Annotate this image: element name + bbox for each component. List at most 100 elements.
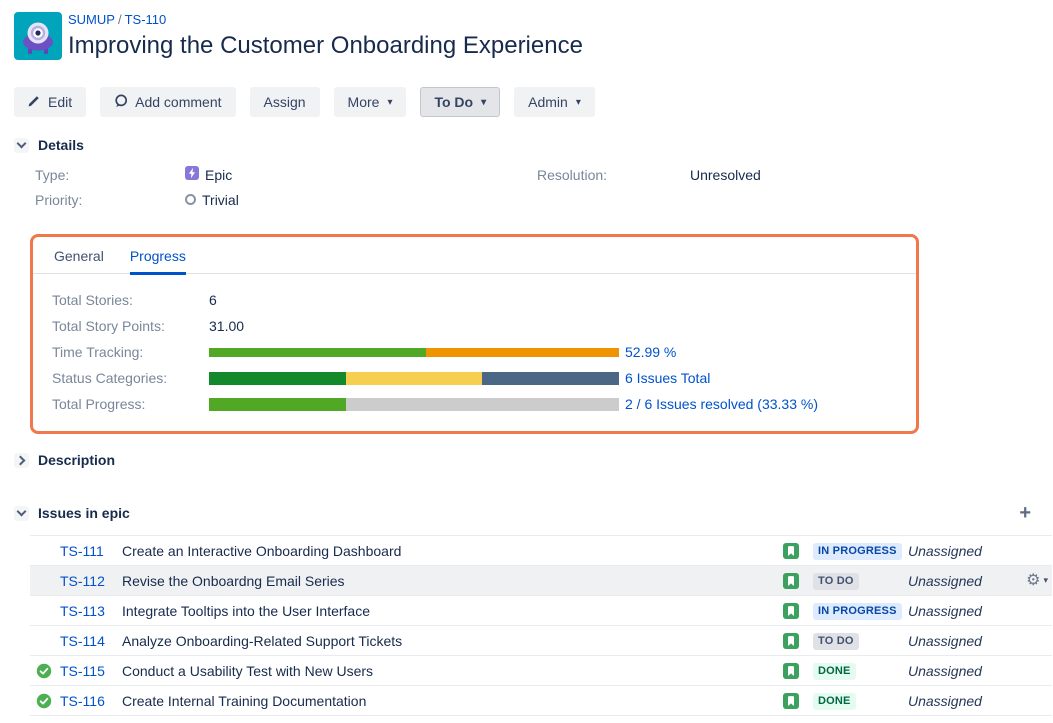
status-badge: DONE — [813, 663, 856, 680]
issue-summary: Conduct a Usability Test with New Users — [122, 663, 783, 679]
issue-key-link[interactable]: TS-115 — [60, 663, 105, 679]
issue-assignee: Unassigned — [908, 603, 1010, 619]
story-type-icon — [783, 603, 813, 619]
total-stories-row: Total Stories: 6 — [52, 287, 916, 313]
status-badge: DONE — [813, 693, 856, 710]
issues-in-epic-section-title: Issues in epic — [38, 505, 130, 521]
story-type-icon — [783, 543, 813, 559]
issue-summary: Integrate Tooltips into the User Interfa… — [122, 603, 783, 619]
pencil-icon — [28, 94, 41, 110]
add-comment-button-label: Add comment — [135, 94, 221, 110]
status-badge: TO DO — [813, 633, 859, 650]
story-type-icon — [783, 573, 813, 589]
issue-key-link[interactable]: TS-114 — [60, 633, 105, 649]
project-avatar-icon — [14, 12, 62, 60]
issue-assignee: Unassigned — [908, 573, 1010, 589]
comment-bubble-icon — [114, 94, 128, 111]
story-type-icon — [783, 663, 813, 679]
admin-menu-label: Admin — [528, 94, 568, 110]
issue-assignee: Unassigned — [908, 633, 1010, 649]
chevron-down-icon: ▾ — [481, 97, 486, 108]
tab-general[interactable]: General — [54, 248, 104, 273]
issue-summary: Create an Interactive Onboarding Dashboa… — [122, 543, 783, 559]
collapse-chevron-icon[interactable] — [14, 138, 29, 153]
issue-row[interactable]: TS-116 Create Internal Training Document… — [30, 686, 1052, 716]
issue-row[interactable]: TS-115 Conduct a Usability Test with New… — [30, 656, 1052, 686]
more-menu-label: More — [348, 94, 380, 110]
status-badge: TO DO — [813, 573, 859, 590]
issue-key-link[interactable]: TS-111 — [60, 543, 104, 559]
issue-row[interactable]: TS-114 Analyze Onboarding-Related Suppor… — [30, 626, 1052, 656]
status-categories-row: Status Categories: 6 Issues Total — [52, 365, 916, 391]
status-categories-bar — [209, 372, 619, 385]
assign-button-label: Assign — [264, 94, 306, 110]
issue-assignee: Unassigned — [908, 543, 1010, 559]
issue-assignee: Unassigned — [908, 663, 1010, 679]
tab-progress[interactable]: Progress — [130, 248, 186, 275]
resolved-icon — [30, 663, 60, 679]
status-badge: IN PROGRESS — [813, 603, 902, 620]
add-issue-to-epic-button[interactable]: + — [1019, 506, 1031, 520]
issues-total-link[interactable]: 6 Issues Total — [625, 370, 710, 386]
issue-key-link[interactable]: TS-116 — [60, 693, 105, 709]
resolution-field: Resolution: Unresolved — [537, 162, 761, 187]
total-progress-bar — [209, 398, 619, 411]
description-section: Description — [14, 452, 1053, 468]
resolution-label: Resolution: — [537, 167, 690, 183]
type-value: Epic — [205, 167, 232, 183]
bar-segment-to-do — [482, 372, 619, 385]
issue-summary: Revise the Onboardng Email Series — [122, 573, 783, 589]
admin-menu-button[interactable]: Admin ▾ — [514, 87, 595, 117]
assign-button[interactable]: Assign — [250, 87, 320, 117]
issue-assignee: Unassigned — [908, 693, 1010, 709]
story-type-icon — [783, 633, 813, 649]
more-menu-button[interactable]: More ▾ — [334, 87, 407, 117]
chevron-down-icon: ▾ — [387, 97, 392, 108]
issue-summary: Analyze Onboarding-Related Support Ticke… — [122, 633, 783, 649]
bar-segment-remaining — [426, 348, 619, 357]
chevron-down-icon: ▾ — [576, 97, 581, 108]
total-stories-label: Total Stories: — [52, 292, 209, 308]
breadcrumb-issue-link[interactable]: TS-110 — [125, 12, 167, 27]
issue-summary: Create Internal Training Documentation — [122, 693, 783, 709]
issues-table: TS-111 Create an Interactive Onboarding … — [30, 535, 1052, 716]
issue-key-link[interactable]: TS-112 — [60, 573, 105, 589]
bar-segment-in-progress — [346, 372, 483, 385]
priority-trivial-icon — [185, 194, 196, 205]
edit-button[interactable]: Edit — [14, 87, 86, 117]
breadcrumb-project-link[interactable]: SUMUP — [68, 12, 115, 27]
description-section-title: Description — [38, 452, 115, 468]
priority-field: Priority: Trivial — [35, 187, 1053, 212]
expand-chevron-icon[interactable] — [14, 453, 29, 468]
edit-button-label: Edit — [48, 94, 72, 110]
issue-row[interactable]: TS-112 Revise the Onboardng Email Series… — [30, 566, 1052, 596]
details-tabs: General Progress — [33, 237, 916, 274]
details-section-title: Details — [38, 137, 84, 153]
story-type-icon — [783, 693, 813, 709]
issues-resolved-link[interactable]: 2 / 6 Issues resolved (33.33 %) — [625, 396, 818, 412]
page-title: Improving the Customer Onboarding Experi… — [68, 31, 583, 61]
row-actions-gear-button[interactable]: ⚙ ▾ — [1026, 573, 1048, 589]
bar-segment-resolved — [209, 398, 346, 411]
collapse-chevron-icon[interactable] — [14, 506, 29, 521]
total-story-points-row: Total Story Points: 31.00 — [52, 313, 916, 339]
epic-type-icon — [185, 166, 199, 183]
issue-row[interactable]: TS-111 Create an Interactive Onboarding … — [30, 536, 1052, 566]
breadcrumb-separator: / — [115, 12, 125, 27]
total-stories-value: 6 — [209, 292, 217, 308]
bar-segment-unresolved — [346, 398, 619, 411]
bar-segment-done — [209, 372, 346, 385]
type-label: Type: — [35, 167, 185, 183]
time-tracking-bar — [209, 348, 619, 357]
add-comment-button[interactable]: Add comment — [100, 87, 235, 117]
issue-key-link[interactable]: TS-113 — [60, 603, 105, 619]
issue-toolbar: Edit Add comment Assign More ▾ To Do ▾ A… — [14, 87, 1053, 117]
total-progress-label: Total Progress: — [52, 396, 209, 412]
workflow-status-button[interactable]: To Do ▾ — [420, 87, 500, 117]
workflow-status-label: To Do — [434, 94, 473, 110]
issue-header: SUMUP/TS-110 Improving the Customer Onbo… — [0, 0, 1053, 61]
issue-row[interactable]: TS-113 Integrate Tooltips into the User … — [30, 596, 1052, 626]
time-tracking-label: Time Tracking: — [52, 344, 209, 360]
resolved-icon — [30, 693, 60, 709]
row-actions: ⚙ ▾ — [1010, 573, 1052, 589]
